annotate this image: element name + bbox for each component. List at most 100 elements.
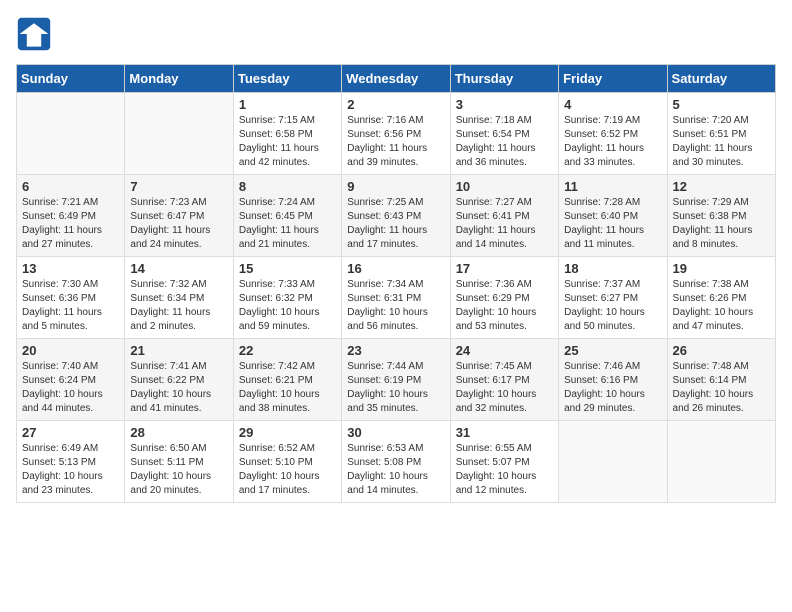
calendar-cell — [559, 421, 667, 503]
day-number: 29 — [239, 425, 336, 440]
calendar-cell: 21 Sunrise: 7:41 AM Sunset: 6:22 PM Dayli… — [125, 339, 233, 421]
calendar-cell: 30 Sunrise: 6:53 AM Sunset: 5:08 PM Dayli… — [342, 421, 450, 503]
day-number: 9 — [347, 179, 444, 194]
calendar-cell: 28 Sunrise: 6:50 AM Sunset: 5:11 PM Dayli… — [125, 421, 233, 503]
day-info: Sunrise: 7:25 AM Sunset: 6:43 PM Dayligh… — [347, 196, 444, 252]
day-info: Sunrise: 7:24 AM Sunset: 6:45 PM Dayligh… — [239, 196, 336, 252]
calendar-cell: 2 Sunrise: 7:16 AM Sunset: 6:56 PM Daylig… — [342, 93, 450, 175]
calendar-cell: 27Sunrise: 6:49 AM Sunset: 5:13 PM Dayli… — [17, 421, 125, 503]
day-info: Sunrise: 7:23 AM Sunset: 6:47 PM Dayligh… — [130, 196, 227, 252]
weekday-header-sunday: Sunday — [17, 65, 125, 93]
day-info: Sunrise: 6:49 AM Sunset: 5:13 PM Dayligh… — [22, 442, 119, 498]
day-number: 26 — [673, 343, 770, 358]
day-info: Sunrise: 7:30 AM Sunset: 6:36 PM Dayligh… — [22, 278, 119, 334]
calendar-cell: 23 Sunrise: 7:44 AM Sunset: 6:19 PM Dayli… — [342, 339, 450, 421]
day-info: Sunrise: 7:38 AM Sunset: 6:26 PM Dayligh… — [673, 278, 770, 334]
calendar-cell: 29 Sunrise: 6:52 AM Sunset: 5:10 PM Dayli… — [233, 421, 341, 503]
day-number: 25 — [564, 343, 661, 358]
calendar-cell: 17 Sunrise: 7:36 AM Sunset: 6:29 PM Dayli… — [450, 257, 558, 339]
calendar-cell: 15Sunrise: 7:33 AM Sunset: 6:32 PM Dayli… — [233, 257, 341, 339]
day-info: Sunrise: 7:32 AM Sunset: 6:34 PM Dayligh… — [130, 278, 227, 334]
logo — [16, 16, 56, 52]
calendar-cell: 3 Sunrise: 7:18 AM Sunset: 6:54 PM Daylig… — [450, 93, 558, 175]
day-info: Sunrise: 6:53 AM Sunset: 5:08 PM Dayligh… — [347, 442, 444, 498]
calendar-cell — [667, 421, 775, 503]
day-info: Sunrise: 7:34 AM Sunset: 6:31 PM Dayligh… — [347, 278, 444, 334]
day-info: Sunrise: 7:46 AM Sunset: 6:16 PM Dayligh… — [564, 360, 661, 416]
day-info: Sunrise: 7:42 AM Sunset: 6:21 PM Dayligh… — [239, 360, 336, 416]
calendar-header: SundayMondayTuesdayWednesdayThursdayFrid… — [17, 65, 776, 93]
calendar-cell: 20 Sunrise: 7:40 AM Sunset: 6:24 PM Dayli… — [17, 339, 125, 421]
day-number: 16 — [347, 261, 444, 276]
weekday-header-friday: Friday — [559, 65, 667, 93]
day-info: Sunrise: 7:41 AM Sunset: 6:22 PM Dayligh… — [130, 360, 227, 416]
day-number: 28 — [130, 425, 227, 440]
day-info: Sunrise: 7:27 AM Sunset: 6:41 PM Dayligh… — [456, 196, 553, 252]
calendar-cell: 5 Sunrise: 7:20 AM Sunset: 6:51 PM Daylig… — [667, 93, 775, 175]
day-info: Sunrise: 7:36 AM Sunset: 6:29 PM Dayligh… — [456, 278, 553, 334]
day-number: 17 — [456, 261, 553, 276]
weekday-header-tuesday: Tuesday — [233, 65, 341, 93]
day-info: Sunrise: 7:45 AM Sunset: 6:17 PM Dayligh… — [456, 360, 553, 416]
day-number: 3 — [456, 97, 553, 112]
calendar-cell: 22 Sunrise: 7:42 AM Sunset: 6:21 PM Dayli… — [233, 339, 341, 421]
day-number: 22 — [239, 343, 336, 358]
day-number: 6 — [22, 179, 119, 194]
day-number: 30 — [347, 425, 444, 440]
day-info: Sunrise: 7:40 AM Sunset: 6:24 PM Dayligh… — [22, 360, 119, 416]
calendar-cell — [17, 93, 125, 175]
calendar-cell: 31 Sunrise: 6:55 AM Sunset: 5:07 PM Dayli… — [450, 421, 558, 503]
day-info: Sunrise: 7:28 AM Sunset: 6:40 PM Dayligh… — [564, 196, 661, 252]
weekday-header-thursday: Thursday — [450, 65, 558, 93]
day-number: 12 — [673, 179, 770, 194]
calendar-cell: 1Sunrise: 7:15 AM Sunset: 6:58 PM Daylig… — [233, 93, 341, 175]
day-number: 23 — [347, 343, 444, 358]
day-info: Sunrise: 7:44 AM Sunset: 6:19 PM Dayligh… — [347, 360, 444, 416]
calendar-cell: 8 Sunrise: 7:24 AM Sunset: 6:45 PM Daylig… — [233, 175, 341, 257]
calendar-cell: 11Sunrise: 7:28 AM Sunset: 6:40 PM Dayli… — [559, 175, 667, 257]
day-number: 1 — [239, 97, 336, 112]
day-info: Sunrise: 7:19 AM Sunset: 6:52 PM Dayligh… — [564, 114, 661, 170]
calendar-cell — [125, 93, 233, 175]
day-info: Sunrise: 7:16 AM Sunset: 6:56 PM Dayligh… — [347, 114, 444, 170]
calendar-cell: 24 Sunrise: 7:45 AM Sunset: 6:17 PM Dayli… — [450, 339, 558, 421]
weekday-header-saturday: Saturday — [667, 65, 775, 93]
day-number: 13 — [22, 261, 119, 276]
day-number: 5 — [673, 97, 770, 112]
day-info: Sunrise: 7:37 AM Sunset: 6:27 PM Dayligh… — [564, 278, 661, 334]
logo-icon — [16, 16, 52, 52]
calendar-cell: 19Sunrise: 7:38 AM Sunset: 6:26 PM Dayli… — [667, 257, 775, 339]
day-number: 14 — [130, 261, 227, 276]
day-number: 21 — [130, 343, 227, 358]
day-number: 18 — [564, 261, 661, 276]
calendar-cell: 13 Sunrise: 7:30 AM Sunset: 6:36 PM Dayli… — [17, 257, 125, 339]
calendar-cell: 7 Sunrise: 7:23 AM Sunset: 6:47 PM Daylig… — [125, 175, 233, 257]
day-number: 10 — [456, 179, 553, 194]
day-number: 4 — [564, 97, 661, 112]
day-info: Sunrise: 6:55 AM Sunset: 5:07 PM Dayligh… — [456, 442, 553, 498]
weekday-header-monday: Monday — [125, 65, 233, 93]
day-info: Sunrise: 7:33 AM Sunset: 6:32 PM Dayligh… — [239, 278, 336, 334]
day-number: 24 — [456, 343, 553, 358]
calendar-cell: 25 Sunrise: 7:46 AM Sunset: 6:16 PM Dayli… — [559, 339, 667, 421]
day-number: 31 — [456, 425, 553, 440]
day-number: 20 — [22, 343, 119, 358]
calendar-cell: 18 Sunrise: 7:37 AM Sunset: 6:27 PM Dayli… — [559, 257, 667, 339]
calendar-cell: 4 Sunrise: 7:19 AM Sunset: 6:52 PM Daylig… — [559, 93, 667, 175]
day-info: Sunrise: 7:21 AM Sunset: 6:49 PM Dayligh… — [22, 196, 119, 252]
calendar-cell: 10 Sunrise: 7:27 AM Sunset: 6:41 PM Dayli… — [450, 175, 558, 257]
day-number: 2 — [347, 97, 444, 112]
day-info: Sunrise: 7:20 AM Sunset: 6:51 PM Dayligh… — [673, 114, 770, 170]
day-info: Sunrise: 7:48 AM Sunset: 6:14 PM Dayligh… — [673, 360, 770, 416]
day-info: Sunrise: 6:50 AM Sunset: 5:11 PM Dayligh… — [130, 442, 227, 498]
page-header — [16, 16, 776, 52]
calendar-cell: 14 Sunrise: 7:32 AM Sunset: 6:34 PM Dayli… — [125, 257, 233, 339]
calendar-cell: 9 Sunrise: 7:25 AM Sunset: 6:43 PM Daylig… — [342, 175, 450, 257]
day-info: Sunrise: 6:52 AM Sunset: 5:10 PM Dayligh… — [239, 442, 336, 498]
weekday-header-wednesday: Wednesday — [342, 65, 450, 93]
day-number: 7 — [130, 179, 227, 194]
day-info: Sunrise: 7:29 AM Sunset: 6:38 PM Dayligh… — [673, 196, 770, 252]
calendar-cell: 26 Sunrise: 7:48 AM Sunset: 6:14 PM Dayli… — [667, 339, 775, 421]
day-info: Sunrise: 7:18 AM Sunset: 6:54 PM Dayligh… — [456, 114, 553, 170]
day-number: 8 — [239, 179, 336, 194]
